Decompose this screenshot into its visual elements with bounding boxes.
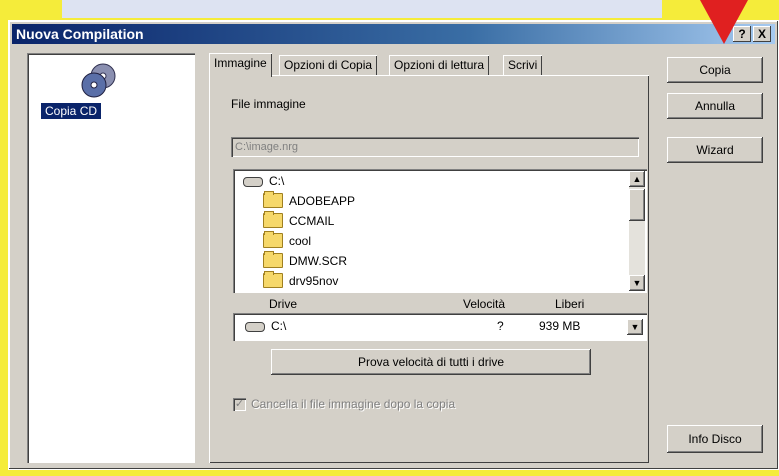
chevron-down-icon[interactable]: ▼: [627, 319, 643, 335]
disc-info-button[interactable]: Info Disco: [667, 425, 763, 453]
image-tab-panel: File immagine C:\image.nrg C:\ ADOBEAPP …: [209, 75, 649, 463]
copy-button[interactable]: Copia: [667, 57, 763, 83]
file-image-label: File immagine: [231, 97, 306, 111]
folder-icon: [263, 191, 283, 209]
drive-select[interactable]: C:\ ? 939 MB ▼: [233, 313, 647, 341]
delete-image-checkbox[interactable]: ✓: [233, 398, 246, 411]
cd-copy-icon: [81, 63, 116, 98]
tree-root[interactable]: C:\: [243, 171, 284, 191]
cancel-button[interactable]: Annulla: [667, 93, 763, 119]
dialog-window: Nuova Compilation ? X Copia CD Immagine …: [8, 20, 779, 470]
tab-scrivi[interactable]: Scrivi: [503, 55, 543, 75]
vertical-scrollbar[interactable]: ▲ ▼: [629, 171, 645, 291]
close-button[interactable]: X: [753, 26, 771, 42]
file-image-input: C:\image.nrg: [231, 137, 639, 157]
test-speed-button[interactable]: Prova velocità di tutti i drive: [271, 349, 591, 375]
speed-header: Velocità: [463, 297, 506, 311]
tab-opzioni-lettura[interactable]: Opzioni di lettura: [389, 55, 490, 75]
folder-icon: [263, 211, 283, 229]
folder-icon: [263, 251, 283, 269]
compilation-type-list[interactable]: Copia CD: [27, 53, 195, 463]
title-bar: Nuova Compilation ? X: [12, 24, 775, 44]
scroll-thumb[interactable]: [629, 189, 645, 221]
scroll-up-icon[interactable]: ▲: [629, 171, 645, 187]
folder-item[interactable]: DMW.SCR: [263, 251, 347, 271]
drive-icon: [245, 321, 265, 332]
folder-tree[interactable]: C:\ ADOBEAPP CCMAIL cool DMW.SCR drv95no…: [233, 169, 647, 293]
red-arrow-pointer-icon: [700, 0, 748, 44]
background-band: [62, 0, 662, 18]
copy-cd-item[interactable]: Copia CD: [41, 103, 102, 119]
folder-item[interactable]: ADOBEAPP: [263, 191, 355, 211]
wizard-button[interactable]: Wizard: [667, 137, 763, 163]
folder-icon: [263, 231, 283, 249]
tab-immagine[interactable]: Immagine: [209, 53, 272, 77]
folder-item[interactable]: cool: [263, 231, 311, 251]
drive-select-free: 939 MB: [539, 319, 581, 333]
folder-item[interactable]: CCMAIL: [263, 211, 334, 231]
drive-select-drive: C:\: [245, 319, 286, 333]
free-header: Liberi: [555, 297, 585, 311]
drive-header: Drive: [269, 297, 298, 311]
drive-icon: [243, 176, 263, 187]
scroll-down-icon[interactable]: ▼: [629, 275, 645, 291]
drive-select-speed: ?: [497, 319, 504, 333]
window-title: Nuova Compilation: [16, 26, 144, 42]
tab-opzioni-copia[interactable]: Opzioni di Copia: [279, 55, 378, 75]
folder-icon: [263, 271, 283, 289]
folder-item[interactable]: drv95nov: [263, 271, 338, 291]
delete-image-label: Cancella il file immagine dopo la copia: [251, 397, 456, 411]
